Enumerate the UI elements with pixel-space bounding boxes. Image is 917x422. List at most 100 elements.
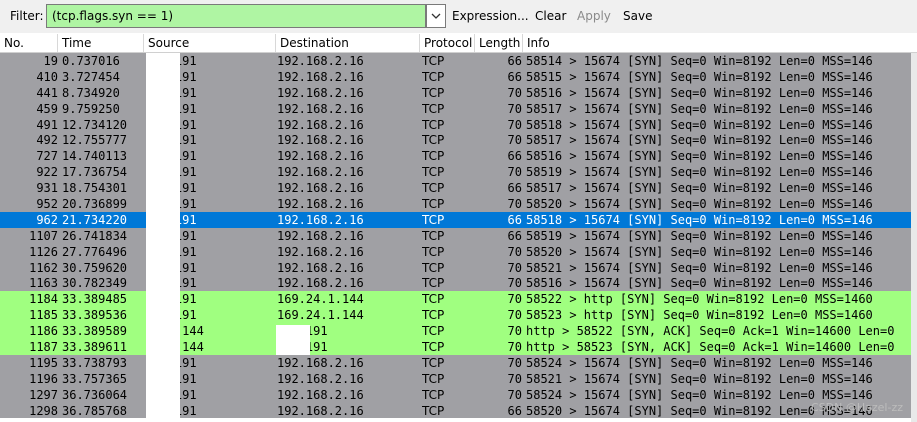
packet-cell-len: 70 [507, 355, 522, 370]
packet-cell-time: 27.776496 [62, 244, 128, 259]
packet-row[interactable]: 4418.734920.68.191192.168.2.16TCP7058516… [0, 84, 917, 101]
packet-cell-time: 33.389536 [62, 308, 128, 323]
packet-cell-proto: TCP [422, 197, 445, 212]
packet-cell-dst: 192.168.2.16 [277, 212, 364, 227]
column-header-length[interactable]: Length [475, 34, 523, 52]
packet-cell-len: 66 [507, 403, 522, 418]
packet-cell-dst: 192.168.2.16 [277, 387, 364, 402]
packet-cell-no: 727 [36, 149, 58, 164]
redaction-mask-destination [276, 325, 310, 355]
packet-row[interactable]: 96221.734220.68.191192.168.2.16TCP665851… [0, 211, 917, 228]
packet-cell-info: 58520 > 15674 [SYN] Seq=0 Win=8192 Len=0… [526, 244, 873, 259]
column-header-no[interactable]: No. [0, 34, 58, 52]
packet-cell-info: 58519 > 15674 [SYN] Seq=0 Win=8192 Len=0… [526, 165, 873, 180]
packet-cell-dst: 192.168.2.16 [277, 244, 364, 259]
packet-row[interactable]: 49212.755777.68.191192.168.2.16TCP705851… [0, 132, 917, 149]
packet-cell-no: 1298 [29, 403, 58, 418]
packet-cell-time: 3.727454 [62, 69, 120, 84]
packet-cell-no: 1184 [29, 292, 58, 307]
packet-cell-proto: TCP [422, 244, 445, 259]
packet-cell-info: 58517 > 15674 [SYN] Seq=0 Win=8192 Len=0… [526, 181, 873, 196]
packet-row[interactable]: 118733.38961124.1.144.68.191TCP70http > … [0, 339, 917, 355]
packet-cell-no: 962 [36, 212, 58, 227]
column-header-source[interactable]: Source [144, 34, 276, 52]
packet-cell-no: 441 [36, 85, 58, 100]
packet-cell-info: 58515 > 15674 [SYN] Seq=0 Win=8192 Len=0… [526, 69, 873, 84]
packet-cell-no: 1107 [29, 228, 58, 243]
packet-cell-info: 58524 > 15674 [SYN] Seq=0 Win=8192 Len=0… [526, 355, 873, 370]
save-button[interactable]: Save [623, 9, 652, 23]
packet-cell-dst: 192.168.2.16 [277, 69, 364, 84]
column-header-destination[interactable]: Destination [276, 34, 420, 52]
packet-cell-time: 30.782349 [62, 276, 128, 291]
packet-list: 190.737016.68.191192.168.2.16TCP6658514 … [0, 53, 917, 419]
packet-row[interactable]: 49112.734120.68.191192.168.2.16TCP705851… [0, 116, 917, 133]
packet-row[interactable]: 95220.736899.68.191192.168.2.16TCP705852… [0, 196, 917, 212]
packet-cell-info: 58517 > 15674 [SYN] Seq=0 Win=8192 Len=0… [526, 133, 873, 148]
column-header-info[interactable]: Info [523, 34, 917, 52]
packet-cell-len: 70 [507, 244, 522, 259]
packet-cell-time: 21.734220 [62, 212, 128, 227]
packet-row[interactable]: 118633.38958924.1.144.68.191TCP70http > … [0, 323, 917, 340]
packet-cell-proto: TCP [422, 355, 445, 370]
packet-row[interactable]: 4103.727454.68.191192.168.2.16TCP6658515… [0, 68, 917, 85]
packet-cell-proto: TCP [422, 324, 445, 339]
packet-cell-info: 58522 > http [SYN] Seq=0 Win=8192 Len=0 … [526, 292, 873, 307]
packet-cell-no: 1126 [29, 244, 58, 259]
packet-cell-time: 33.738793 [62, 355, 128, 370]
packet-cell-proto: TCP [422, 403, 445, 418]
packet-cell-dst: 192.168.2.16 [277, 371, 364, 386]
packet-row[interactable]: 116330.782349.68.191192.168.2.16TCP70585… [0, 275, 917, 292]
packet-cell-len: 70 [507, 85, 522, 100]
packet-cell-len: 70 [507, 133, 522, 148]
expression-button[interactable]: Expression... [452, 9, 529, 23]
packet-row[interactable]: 112627.776496.68.191192.168.2.16TCP70585… [0, 243, 917, 260]
packet-row[interactable]: 92217.736754.68.191192.168.2.16TCP705851… [0, 164, 917, 181]
packet-cell-dst: 192.168.2.16 [277, 85, 364, 100]
packet-cell-proto: TCP [422, 85, 445, 100]
column-header-protocol[interactable]: Protocol [420, 34, 475, 52]
packet-cell-dst: 192.168.2.16 [277, 149, 364, 164]
packet-cell-dst: 192.168.2.16 [277, 355, 364, 370]
filter-dropdown-button[interactable] [426, 4, 446, 28]
packet-cell-len: 66 [507, 212, 522, 227]
packet-cell-len: 70 [507, 308, 522, 323]
packet-cell-dst: 192.168.2.16 [277, 133, 364, 148]
packet-row[interactable]: 118433.389485.68.191169.24.1.144TCP70585… [0, 291, 917, 308]
packet-row[interactable]: 129836.785768.68.191192.168.2.16TCP66585… [0, 402, 917, 419]
packet-cell-time: 18.754301 [62, 181, 128, 196]
packet-cell-proto: TCP [422, 181, 445, 196]
packet-cell-info: 58521 > 15674 [SYN] Seq=0 Win=8192 Len=0… [526, 260, 873, 275]
packet-row[interactable]: 119533.738793.68.191192.168.2.16TCP70585… [0, 354, 917, 371]
packet-row[interactable]: 116230.759620.68.191192.168.2.16TCP70585… [0, 259, 917, 276]
packet-row[interactable]: 4599.759250.68.191192.168.2.16TCP7058517… [0, 100, 917, 117]
packet-cell-no: 1196 [29, 371, 58, 386]
packet-cell-len: 70 [507, 371, 522, 386]
packet-cell-time: 9.759250 [62, 101, 120, 116]
packet-row[interactable]: 110726.741834.68.191192.168.2.16TCP66585… [0, 227, 917, 244]
packet-row[interactable]: 93118.754301.68.191192.168.2.16TCP665851… [0, 180, 917, 197]
vertical-scrollbar[interactable] [911, 53, 917, 422]
packet-cell-no: 459 [36, 101, 58, 116]
packet-row[interactable]: 119633.757365.68.191192.168.2.16TCP70585… [0, 370, 917, 387]
packet-cell-proto: TCP [422, 228, 445, 243]
packet-row[interactable]: 72714.740113.68.191192.168.2.16TCP665851… [0, 148, 917, 165]
packet-cell-time: 33.389485 [62, 292, 128, 307]
packet-cell-time: 8.734920 [62, 85, 120, 100]
packet-cell-proto: TCP [422, 165, 445, 180]
clear-button[interactable]: Clear [535, 9, 566, 23]
filter-input[interactable]: (tcp.flags.syn == 1) [46, 4, 426, 28]
packet-cell-time: 36.736064 [62, 387, 128, 402]
packet-cell-len: 70 [507, 276, 522, 291]
packet-row[interactable]: 129736.736064.68.191192.168.2.16TCP70585… [0, 386, 917, 403]
packet-cell-len: 70 [507, 387, 522, 402]
packet-cell-no: 19 [43, 54, 58, 68]
filter-toolbar: Filter: (tcp.flags.syn == 1) Expression.… [0, 0, 917, 33]
packet-cell-info: 58514 > 15674 [SYN] Seq=0 Win=8192 Len=0… [526, 54, 873, 68]
apply-button[interactable]: Apply [577, 9, 611, 23]
packet-cell-dst: 169.24.1.144 [277, 308, 364, 323]
packet-row[interactable]: 118533.389536.68.191169.24.1.144TCP70585… [0, 307, 917, 324]
packet-row[interactable]: 190.737016.68.191192.168.2.16TCP6658514 … [0, 53, 917, 69]
column-header-time[interactable]: Time [58, 34, 144, 52]
packet-cell-time: 33.389589 [62, 324, 128, 339]
